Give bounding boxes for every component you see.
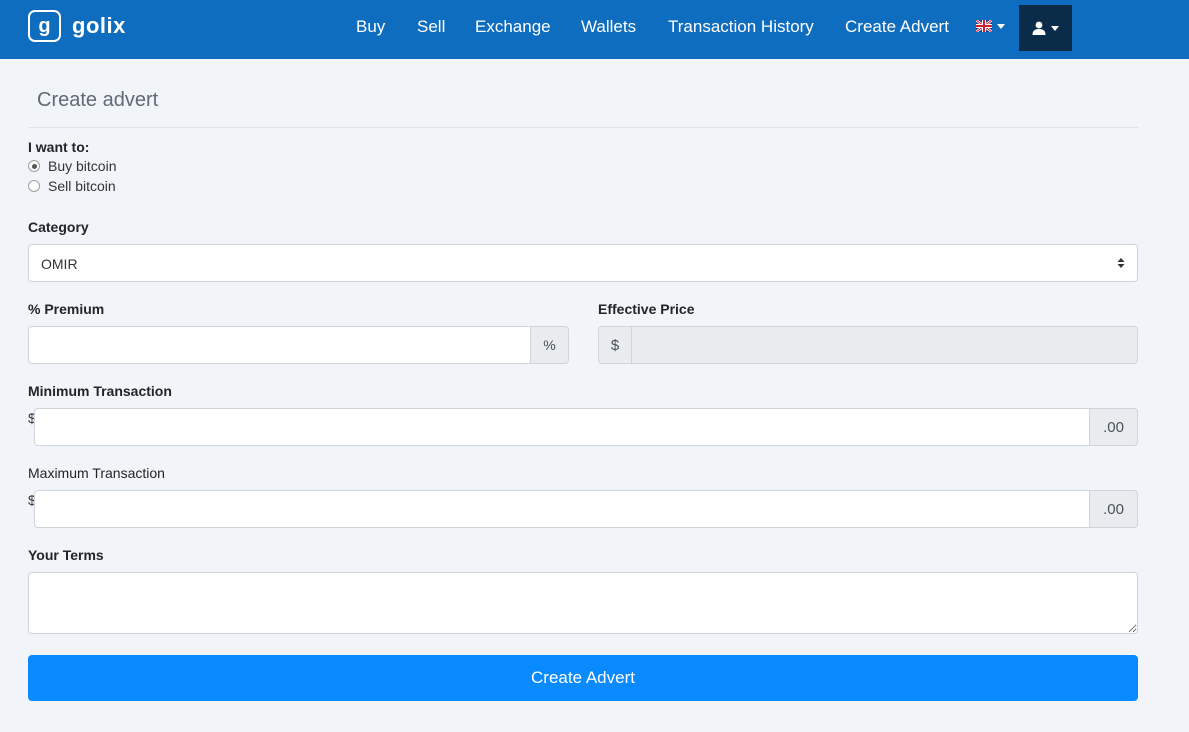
uk-flag-icon <box>976 20 992 32</box>
nav-exchange[interactable]: Exchange <box>475 17 551 37</box>
dollar-addon: $ <box>598 326 632 364</box>
min-cents-addon: .00 <box>1089 408 1138 446</box>
divider <box>28 127 1138 128</box>
percent-addon: % <box>530 326 569 364</box>
category-select[interactable]: OMIR <box>28 244 1138 282</box>
nav-create-advert[interactable]: Create Advert <box>845 17 949 37</box>
premium-label: % Premium <box>28 301 105 317</box>
sell-bitcoin-option[interactable]: Sell bitcoin <box>28 178 116 194</box>
brand-name: golix <box>72 13 126 38</box>
premium-input[interactable] <box>28 326 531 364</box>
chevron-down-icon <box>997 23 1005 29</box>
create-advert-button[interactable]: Create Advert <box>28 655 1138 701</box>
want-label: I want to: <box>28 139 90 155</box>
user-icon <box>1032 21 1046 35</box>
effective-price-label: Effective Price <box>598 301 695 317</box>
nav-sell[interactable]: Sell <box>417 17 445 37</box>
max-cents-addon: .00 <box>1089 490 1138 528</box>
effective-price-input <box>631 326 1138 364</box>
max-transaction-input[interactable] <box>34 490 1090 528</box>
nav-wallets[interactable]: Wallets <box>581 17 636 37</box>
terms-textarea[interactable] <box>28 572 1138 634</box>
page-title: Create advert <box>37 89 159 111</box>
max-transaction-label: Maximum Transaction <box>28 465 165 481</box>
language-dropdown[interactable] <box>976 20 1005 32</box>
brand-logo[interactable]: g golix <box>28 10 126 42</box>
navbar: g golix Buy Sell Exchange Wallets Transa… <box>0 0 1189 59</box>
terms-label: Your Terms <box>28 547 104 563</box>
buy-bitcoin-label: Buy bitcoin <box>48 158 117 174</box>
chevron-down-icon <box>1051 25 1059 31</box>
select-arrows-icon <box>1117 258 1125 268</box>
nav-buy[interactable]: Buy <box>356 17 385 37</box>
golix-logo-icon: g <box>28 10 61 42</box>
category-label: Category <box>28 219 89 235</box>
sell-bitcoin-label: Sell bitcoin <box>48 178 116 194</box>
min-transaction-input[interactable] <box>34 408 1090 446</box>
sell-bitcoin-radio[interactable] <box>28 180 40 192</box>
buy-bitcoin-radio[interactable] <box>28 160 40 172</box>
min-transaction-label: Minimum Transaction <box>28 383 172 399</box>
buy-bitcoin-option[interactable]: Buy bitcoin <box>28 158 116 174</box>
category-selected-value: OMIR <box>41 256 78 272</box>
nav-transaction-history[interactable]: Transaction History <box>668 17 814 37</box>
user-menu-button[interactable] <box>1019 5 1072 51</box>
